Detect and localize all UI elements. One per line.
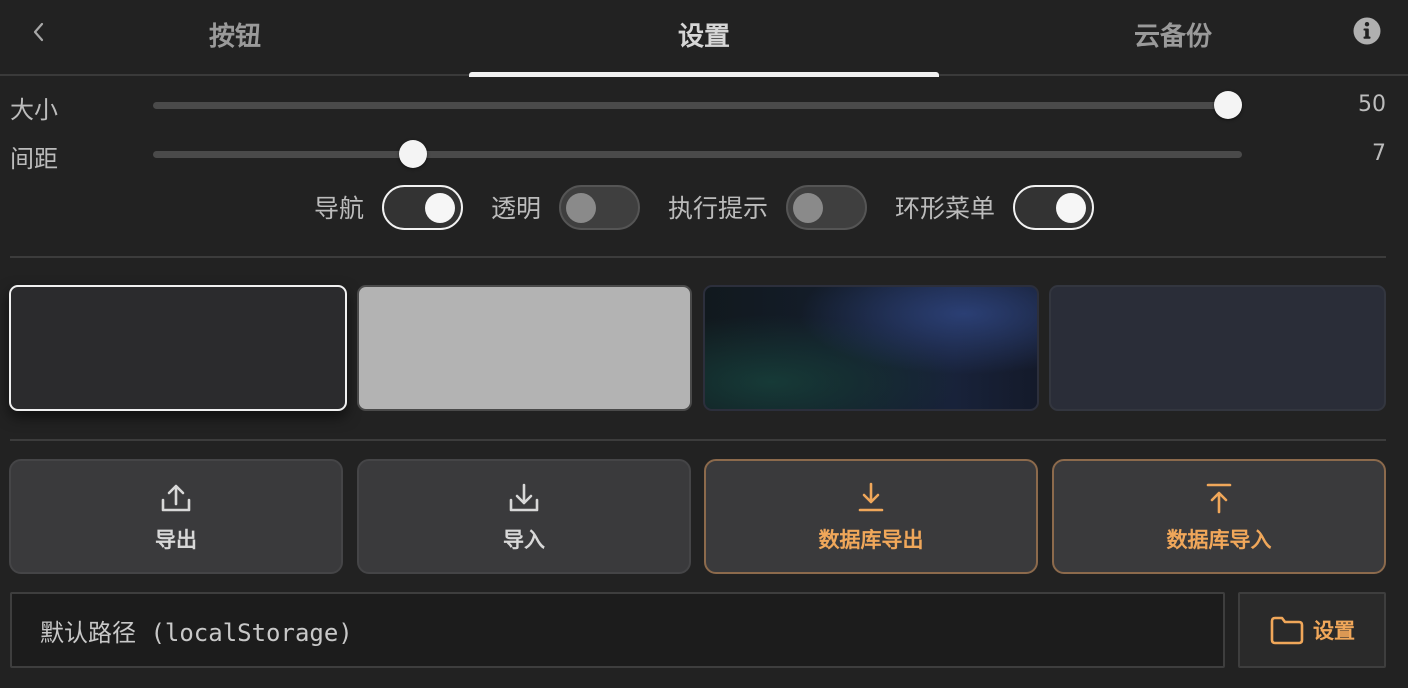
export-button[interactable]: 导出 <box>9 459 343 574</box>
download-icon <box>509 483 539 511</box>
size-value: 50 <box>1358 92 1386 117</box>
switch-knob <box>793 192 824 223</box>
size-slider-thumb[interactable] <box>1213 91 1242 119</box>
db-import-button[interactable]: 数据库导入 <box>1052 459 1386 574</box>
toggle-ring-menu-switch[interactable] <box>1013 184 1095 230</box>
folder-icon <box>1270 616 1304 645</box>
toggle-navigation: 导航 <box>313 184 463 230</box>
db-export-button[interactable]: 数据库导出 <box>704 459 1038 574</box>
set-path-button-label: 设置 <box>1313 619 1355 643</box>
theme-swatch-aurora[interactable] <box>703 285 1039 411</box>
db-export-button-label: 数据库导出 <box>818 527 924 552</box>
size-slider-row: 大小 50 <box>0 86 1408 126</box>
tab-buttons-label: 按钮 <box>208 21 261 52</box>
arrow-up-from-line-icon <box>1206 483 1232 513</box>
switch-knob <box>566 192 596 223</box>
set-path-button[interactable]: 设置 <box>1238 592 1386 668</box>
toggle-transparent-switch[interactable] <box>559 184 640 230</box>
export-button-label: 导出 <box>155 527 197 552</box>
toggle-ring-menu-label: 环形菜单 <box>895 194 996 223</box>
toggle-navigation-switch[interactable] <box>381 184 463 230</box>
info-button[interactable] <box>1352 16 1382 46</box>
info-circle-icon <box>1353 17 1381 45</box>
toggle-ring-menu: 环形菜单 <box>895 184 1095 230</box>
settings-panel: 按钮 设置 云备份 大小 50 间距 7 导航 透明 执行提示 环形菜单 导出 … <box>0 0 1408 688</box>
storage-path-input[interactable] <box>10 592 1225 668</box>
theme-swatch-light[interactable] <box>357 285 692 411</box>
toggle-row: 导航 透明 执行提示 环形菜单 <box>0 184 1408 230</box>
toggle-exec-hint-label: 执行提示 <box>668 194 769 223</box>
db-import-button-label: 数据库导入 <box>1166 527 1272 552</box>
switch-knob <box>1056 192 1087 223</box>
spacing-slider[interactable] <box>153 140 1242 168</box>
tab-settings-label: 设置 <box>677 21 730 52</box>
toggle-exec-hint: 执行提示 <box>668 184 868 230</box>
toggle-exec-hint-switch[interactable] <box>786 184 868 230</box>
tab-cloud-backup-label: 云备份 <box>1133 21 1212 52</box>
divider <box>10 439 1386 441</box>
upload-icon <box>161 484 191 511</box>
spacing-label: 间距 <box>10 145 58 173</box>
import-button-label: 导入 <box>503 527 545 552</box>
tab-settings[interactable]: 设置 <box>469 0 939 74</box>
active-tab-indicator <box>469 72 939 77</box>
size-label: 大小 <box>10 96 58 124</box>
spacing-slider-row: 间距 7 <box>0 135 1408 175</box>
size-slider[interactable] <box>153 91 1242 119</box>
theme-swatch-slate[interactable] <box>1049 285 1386 411</box>
divider <box>10 256 1386 258</box>
tab-cloud-backup[interactable]: 云备份 <box>938 0 1408 74</box>
tab-buttons[interactable]: 按钮 <box>0 0 470 74</box>
toggle-navigation-label: 导航 <box>313 194 364 223</box>
theme-swatch-dark[interactable] <box>9 285 347 411</box>
tab-header: 按钮 设置 云备份 <box>0 0 1408 77</box>
toggle-transparent-label: 透明 <box>490 194 541 223</box>
spacing-slider-thumb[interactable] <box>399 140 428 168</box>
toggle-transparent: 透明 <box>490 184 640 230</box>
import-button[interactable]: 导入 <box>357 459 691 574</box>
switch-knob <box>424 192 455 223</box>
arrow-down-to-line-icon <box>858 482 884 511</box>
spacing-value: 7 <box>1372 141 1386 166</box>
